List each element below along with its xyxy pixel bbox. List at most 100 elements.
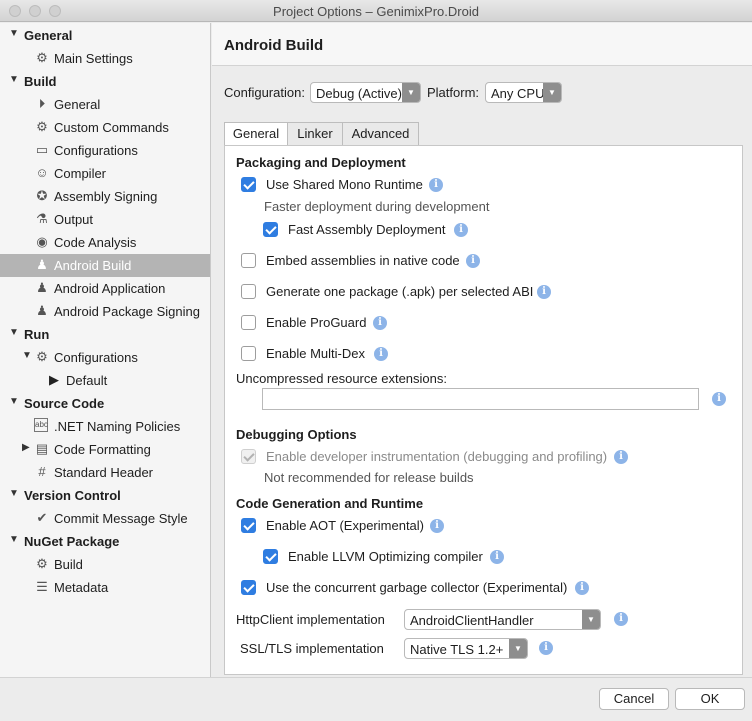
- chevron-down-icon[interactable]: ▼: [9, 396, 19, 407]
- fast-deploy-label: Fast Assembly Deployment: [288, 222, 446, 237]
- proguard-checkbox[interactable]: [241, 315, 256, 330]
- sidebar-item-nuget-build[interactable]: ⚙ Build: [0, 553, 210, 576]
- android-icon: ♟: [36, 303, 48, 318]
- multidex-checkbox[interactable]: [241, 346, 256, 361]
- sidebar-item-compiler[interactable]: ☺ Compiler: [0, 162, 210, 185]
- info-icon[interactable]: i: [539, 641, 553, 655]
- sidebar-item-metadata[interactable]: ☰ Metadata: [0, 576, 210, 599]
- sidebar-section-version-control[interactable]: ▼ Version Control: [0, 484, 210, 507]
- info-icon[interactable]: i: [537, 285, 551, 299]
- gear-icon: ⚙: [36, 50, 48, 65]
- chevron-down-icon[interactable]: ▼: [9, 327, 19, 338]
- play-icon: ▶: [49, 372, 59, 387]
- info-icon[interactable]: i: [429, 178, 443, 192]
- sidebar-section-nuget-package[interactable]: ▼ NuGet Package: [0, 530, 210, 553]
- tab-linker[interactable]: Linker: [287, 122, 343, 146]
- info-icon[interactable]: i: [466, 254, 480, 268]
- android-icon: ♟: [36, 280, 48, 295]
- options-sidebar: ▼ General ⚙ Main Settings ▼ Build ⏵ Gene…: [0, 23, 211, 677]
- aot-label: Enable AOT (Experimental): [266, 518, 424, 533]
- embed-assemblies-checkbox[interactable]: [241, 253, 256, 268]
- info-icon[interactable]: i: [575, 581, 589, 595]
- chevron-down-icon: ▼: [402, 83, 420, 102]
- sidebar-section-build[interactable]: ▼ Build: [0, 70, 210, 93]
- shared-mono-checkbox[interactable]: [241, 177, 256, 192]
- shared-mono-hint: Faster deployment during development: [264, 199, 490, 214]
- ok-button[interactable]: OK: [675, 688, 745, 710]
- llvm-checkbox[interactable]: [263, 549, 278, 564]
- configuration-select[interactable]: Debug (Active) ▼: [310, 82, 421, 103]
- target-icon: ◉: [36, 234, 48, 249]
- tab-general[interactable]: General: [224, 122, 288, 146]
- sidebar-item-android-package-signing[interactable]: ♟ Android Package Signing: [0, 300, 210, 323]
- info-icon[interactable]: i: [374, 347, 388, 361]
- sidebar-item-naming-policies[interactable]: abc .NET Naming Policies: [0, 415, 210, 438]
- chevron-right-icon[interactable]: ▶: [22, 442, 30, 453]
- sidebar-item-android-application[interactable]: ♟ Android Application: [0, 277, 210, 300]
- chevron-down-icon[interactable]: ▼: [9, 28, 19, 39]
- sidebar-section-general[interactable]: ▼ General: [0, 24, 210, 47]
- info-icon[interactable]: i: [373, 316, 387, 330]
- chevron-down-icon[interactable]: ▼: [9, 488, 19, 499]
- flask-icon: ⚗: [36, 211, 48, 226]
- llvm-label: Enable LLVM Optimizing compiler: [288, 549, 483, 564]
- chevron-down-icon[interactable]: ▼: [22, 350, 32, 361]
- play-bar-icon: ⏵: [38, 96, 46, 111]
- sidebar-item-code-formatting[interactable]: ▶ ▤ Code Formatting: [0, 438, 210, 461]
- uncompressed-label: Uncompressed resource extensions:: [236, 371, 447, 386]
- per-abi-label: Generate one package (.apk) per selected…: [266, 284, 534, 299]
- document-icon: ▤: [35, 441, 49, 456]
- chevron-down-icon: ▼: [582, 610, 600, 629]
- codegen-heading: Code Generation and Runtime: [236, 496, 424, 511]
- sidebar-item-run-configurations[interactable]: ▼ ⚙ Configurations: [0, 346, 210, 369]
- sidebar-item-custom-commands[interactable]: ⚙ Custom Commands: [0, 116, 210, 139]
- abc-icon: abc: [34, 418, 48, 432]
- robot-icon: ☺: [35, 165, 49, 180]
- sidebar-item-android-build[interactable]: ♟ Android Build: [0, 254, 210, 277]
- chevron-down-icon: ▼: [509, 639, 527, 658]
- fast-deploy-checkbox[interactable]: [263, 222, 278, 237]
- sidebar-item-main-settings[interactable]: ⚙ Main Settings: [0, 47, 210, 70]
- chevron-down-icon[interactable]: ▼: [9, 74, 19, 85]
- sidebar-section-run[interactable]: ▼ Run: [0, 323, 210, 346]
- chevron-down-icon[interactable]: ▼: [9, 534, 19, 545]
- tab-advanced[interactable]: Advanced: [342, 122, 419, 146]
- info-icon[interactable]: i: [490, 550, 504, 564]
- per-abi-checkbox[interactable]: [241, 284, 256, 299]
- general-tab-panel: Packaging and Deployment Use Shared Mono…: [224, 145, 743, 675]
- sidebar-section-source-code[interactable]: ▼ Source Code: [0, 392, 210, 415]
- check-circle-icon: ✔: [36, 510, 48, 525]
- main-panel: Android Build Configuration: Debug (Acti…: [212, 23, 752, 677]
- project-options-window: Project Options – GenimixPro.Droid ▼ Gen…: [0, 0, 752, 721]
- ssl-select[interactable]: Native TLS 1.2+ ▼: [404, 638, 528, 659]
- ssl-label: SSL/TLS implementation: [240, 641, 384, 656]
- sidebar-item-assembly-signing[interactable]: ✪ Assembly Signing: [0, 185, 210, 208]
- title-bar: Project Options – GenimixPro.Droid: [0, 0, 752, 22]
- uncompressed-extensions-input[interactable]: [262, 388, 699, 410]
- window-icon: ▭: [35, 142, 49, 157]
- httpclient-select[interactable]: AndroidClientHandler ▼: [404, 609, 601, 630]
- sidebar-item-output[interactable]: ⚗ Output: [0, 208, 210, 231]
- chevron-down-icon: ▼: [543, 83, 561, 102]
- instrumentation-hint: Not recommended for release builds: [264, 470, 474, 485]
- sidebar-item-code-analysis[interactable]: ◉ Code Analysis: [0, 231, 210, 254]
- info-icon[interactable]: i: [614, 450, 628, 464]
- info-icon[interactable]: i: [454, 223, 468, 237]
- sidebar-item-default[interactable]: ▶ Default: [0, 369, 210, 392]
- sidebar-item-build-general[interactable]: ⏵ General: [0, 93, 210, 116]
- android-icon: ♟: [36, 257, 48, 272]
- info-icon[interactable]: i: [614, 612, 628, 626]
- concurrent-gc-checkbox[interactable]: [241, 580, 256, 595]
- platform-label: Platform:: [427, 85, 480, 100]
- concurrent-gc-label: Use the concurrent garbage collector (Ex…: [266, 580, 568, 595]
- cancel-button[interactable]: Cancel: [599, 688, 669, 710]
- sidebar-item-commit-message-style[interactable]: ✔ Commit Message Style: [0, 507, 210, 530]
- httpclient-label: HttpClient implementation: [236, 612, 385, 627]
- info-icon[interactable]: i: [712, 392, 726, 406]
- shared-mono-label: Use Shared Mono Runtime: [266, 177, 423, 192]
- aot-checkbox[interactable]: [241, 518, 256, 533]
- platform-select[interactable]: Any CPU ▼: [485, 82, 562, 103]
- sidebar-item-standard-header[interactable]: # Standard Header: [0, 461, 210, 484]
- info-icon[interactable]: i: [430, 519, 444, 533]
- sidebar-item-configurations[interactable]: ▭ Configurations: [0, 139, 210, 162]
